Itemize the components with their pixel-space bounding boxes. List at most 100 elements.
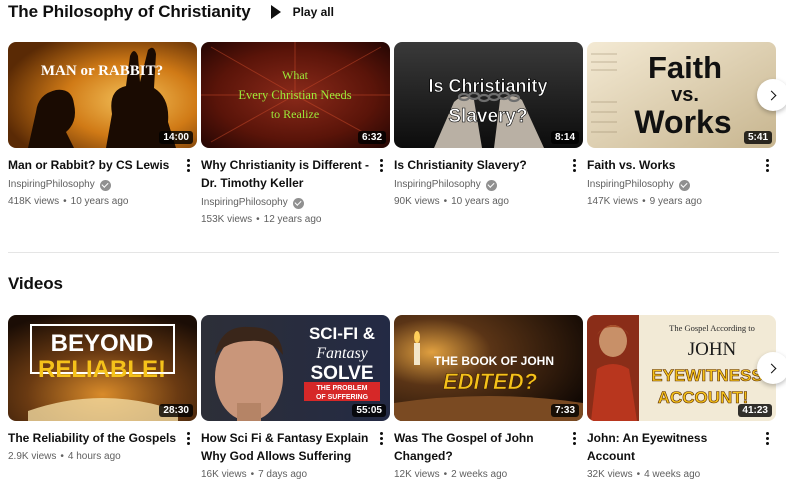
next-button[interactable]: [757, 352, 786, 384]
video-card: Faith vs. Works 5:41 Faith vs. Works Ins…: [587, 42, 776, 209]
thumbnail-text: The Gospel According to: [669, 323, 755, 333]
upload-age: 10 years ago: [70, 196, 129, 207]
duration-badge: 41:23: [738, 404, 772, 417]
video-card: MAN or RABBIT? 14:00 Man or Rabbit? by C…: [8, 42, 197, 209]
video-title[interactable]: The Reliability of the Gospels: [8, 429, 177, 447]
separator-dot: •: [636, 469, 641, 480]
upload-age: 2 weeks ago: [451, 469, 508, 480]
thumbnail-text: THE PROBLEM: [317, 385, 368, 392]
more-vert-icon[interactable]: [762, 156, 772, 174]
video-title[interactable]: Is Christianity Slavery?: [394, 156, 563, 174]
view-count: 12K views: [394, 469, 440, 480]
view-count: 16K views: [201, 469, 247, 480]
video-title[interactable]: John: An Eyewitness Account: [587, 429, 756, 465]
shelf-header-philosophy: The Philosophy of Christianity Play all: [8, 2, 334, 22]
thumbnail-text: EDITED?: [443, 369, 537, 394]
video-stats: 147K views • 9 years ago: [587, 195, 756, 209]
separator-dot: •: [642, 196, 646, 207]
more-vert-icon[interactable]: [376, 429, 386, 447]
video-title-line2[interactable]: Dr. Timothy Keller: [201, 174, 370, 192]
thumbnail-text: Fantasy: [315, 345, 368, 362]
more-vert-icon[interactable]: [762, 429, 772, 447]
video-title-line2[interactable]: Why God Allows Suffering: [201, 447, 370, 465]
shelf-row-philosophy: MAN or RABBIT? 14:00 Man or Rabbit? by C…: [8, 42, 786, 225]
chevron-right-icon: [766, 90, 777, 100]
view-count: 32K views: [587, 469, 633, 480]
video-title[interactable]: Faith vs. Works: [587, 156, 756, 174]
view-count: 418K views: [8, 196, 60, 207]
video-stats: 418K views • 10 years ago: [8, 195, 177, 209]
verified-check-icon: [292, 197, 304, 209]
more-vert-icon[interactable]: [376, 156, 386, 174]
thumbnail-text: to Realize: [271, 107, 319, 121]
video-stats: 153K views • 12 years ago: [201, 213, 370, 227]
video-card: The Gospel According to JOHN EYEWITNESS …: [587, 315, 776, 482]
video-thumbnail[interactable]: Is Christianity Slavery? 8:14: [394, 42, 583, 148]
play-all-button[interactable]: Play all: [270, 5, 334, 19]
thumbnail-text: OF SUFFERING: [316, 394, 369, 401]
thumbnail-text: Faith: [648, 50, 722, 85]
separator-dot: •: [60, 451, 64, 462]
channel-name[interactable]: InspiringPhilosophy: [201, 196, 370, 210]
next-button[interactable]: [757, 79, 786, 111]
video-thumbnail[interactable]: Faith vs. Works 5:41: [587, 42, 776, 148]
more-vert-icon[interactable]: [569, 429, 579, 447]
thumbnail-text: JOHN: [688, 339, 737, 360]
upload-age: 7 days ago: [258, 469, 308, 480]
channel-name[interactable]: InspiringPhilosophy: [587, 178, 756, 192]
video-thumbnail[interactable]: THE BOOK OF JOHN EDITED? 7:33: [394, 315, 583, 421]
thumbnail-text: SOLVE: [311, 363, 374, 384]
video-meta: Faith vs. Works InspiringPhilosophy 147K…: [587, 156, 776, 209]
video-stats: 16K views • 7 days ago: [201, 468, 370, 482]
video-thumbnail[interactable]: BEYOND RELIABLE! 28:30: [8, 315, 197, 421]
video-thumbnail[interactable]: SCI-FI & Fantasy SOLVE THE PROBLEM OF SU…: [201, 315, 390, 421]
duration-badge: 7:33: [550, 404, 579, 417]
thumbnail-text: MAN or RABBIT?: [41, 63, 163, 79]
video-thumbnail[interactable]: The Gospel According to JOHN EYEWITNESS …: [587, 315, 776, 421]
video-thumbnail[interactable]: What Every Christian Needs to Realize 6:…: [201, 42, 390, 148]
view-count: 147K views: [587, 196, 639, 207]
video-meta: Was The Gospel of John Changed? 12K view…: [394, 429, 583, 482]
verified-check-icon: [99, 179, 111, 191]
channel-name[interactable]: InspiringPhilosophy: [394, 178, 563, 192]
video-title[interactable]: Was The Gospel of John: [394, 429, 563, 447]
shelf-header-videos: Videos: [8, 274, 63, 294]
video-meta: The Reliability of the Gospels 2.9K view…: [8, 429, 197, 464]
video-stats: 90K views • 10 years ago: [394, 195, 563, 209]
video-title[interactable]: Man or Rabbit? by CS Lewis: [8, 156, 177, 174]
separator-dot: •: [63, 196, 67, 207]
video-stats: 12K views • 2 weeks ago: [394, 468, 563, 482]
duration-badge: 8:14: [550, 131, 579, 144]
duration-badge: 5:41: [743, 131, 772, 144]
channel-name-label: InspiringPhilosophy: [394, 179, 481, 190]
more-vert-icon[interactable]: [183, 156, 193, 174]
thumbnail-text: RELIABLE!: [38, 356, 166, 383]
verified-check-icon: [485, 179, 497, 191]
upload-age: 4 hours ago: [67, 451, 121, 462]
more-vert-icon[interactable]: [569, 156, 579, 174]
shelf-title[interactable]: The Philosophy of Christianity: [8, 2, 251, 22]
duration-badge: 28:30: [159, 404, 193, 417]
channel-name-label: InspiringPhilosophy: [8, 179, 95, 190]
upload-age: 9 years ago: [649, 196, 702, 207]
video-card: BEYOND RELIABLE! 28:30 The Reliability o…: [8, 315, 197, 464]
video-title-line2[interactable]: Changed?: [394, 447, 563, 465]
video-meta: John: An Eyewitness Account 32K views • 4 …: [587, 429, 776, 482]
more-vert-icon[interactable]: [183, 429, 193, 447]
thumbnail-text: Works: [634, 104, 731, 140]
verified-check-icon: [678, 179, 690, 191]
separator-dot: •: [250, 469, 255, 480]
channel-name[interactable]: InspiringPhilosophy: [8, 178, 177, 192]
shelf-row-videos: BEYOND RELIABLE! 28:30 The Reliability o…: [8, 315, 786, 482]
video-title[interactable]: How Sci Fi & Fantasy Explain: [201, 429, 370, 447]
thumbnail-text: THE BOOK OF JOHN: [434, 354, 554, 368]
shelf-title[interactable]: Videos: [8, 274, 63, 294]
video-stats: 32K views • 4 weeks ago: [587, 468, 756, 482]
video-card: Is Christianity Slavery? 8:14 Is Christi…: [394, 42, 583, 209]
duration-badge: 55:05: [352, 404, 386, 417]
video-thumbnail[interactable]: MAN or RABBIT? 14:00: [8, 42, 197, 148]
video-title[interactable]: Why Christianity is Different -: [201, 156, 370, 174]
separator-dot: •: [443, 196, 448, 207]
separator-dot: •: [443, 469, 448, 480]
view-count: 2.9K views: [8, 451, 57, 462]
